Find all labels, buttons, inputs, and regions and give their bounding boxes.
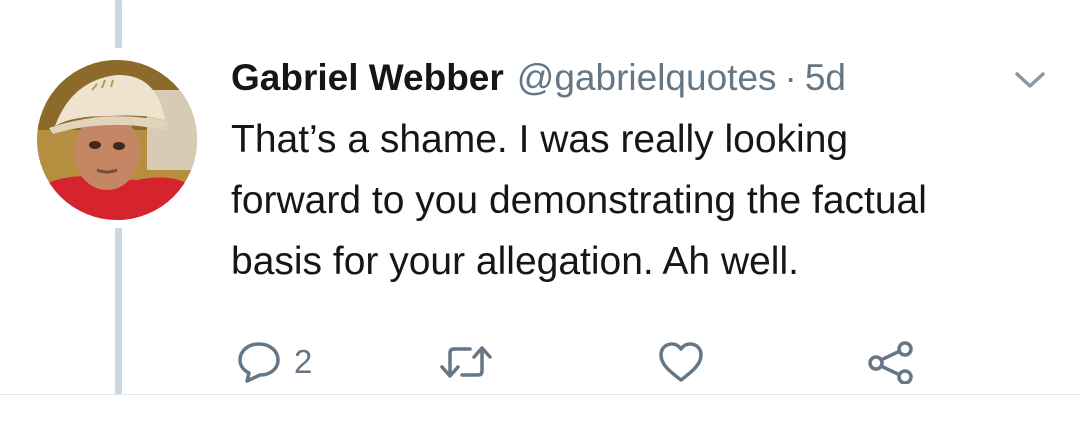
- header-separator: ·: [784, 57, 797, 98]
- thread-line-top: [115, 0, 122, 48]
- chevron-down-icon[interactable]: [1012, 68, 1048, 92]
- like-button[interactable]: [657, 338, 705, 386]
- reply-count: 2: [294, 343, 313, 380]
- comment-icon: [236, 340, 282, 384]
- author-handle[interactable]: @gabrielquotes: [517, 52, 777, 104]
- retweet-button[interactable]: [438, 338, 494, 386]
- author-name[interactable]: Gabriel Webber: [231, 52, 504, 104]
- reply-button[interactable]: 2: [236, 338, 312, 386]
- share-button[interactable]: [866, 338, 916, 386]
- tweet-timestamp[interactable]: 5d: [805, 52, 846, 104]
- heart-icon: [657, 340, 705, 384]
- tweet-actions: 2: [0, 338, 1080, 386]
- share-icon: [866, 340, 916, 384]
- tweet-divider: [0, 394, 1080, 395]
- retweet-icon: [438, 342, 494, 382]
- avatar[interactable]: [37, 60, 197, 220]
- tweet-text: That’s a shame. I was really looking for…: [231, 118, 927, 283]
- tweet-header: Gabriel Webber @gabrielquotes · 5d: [231, 52, 846, 104]
